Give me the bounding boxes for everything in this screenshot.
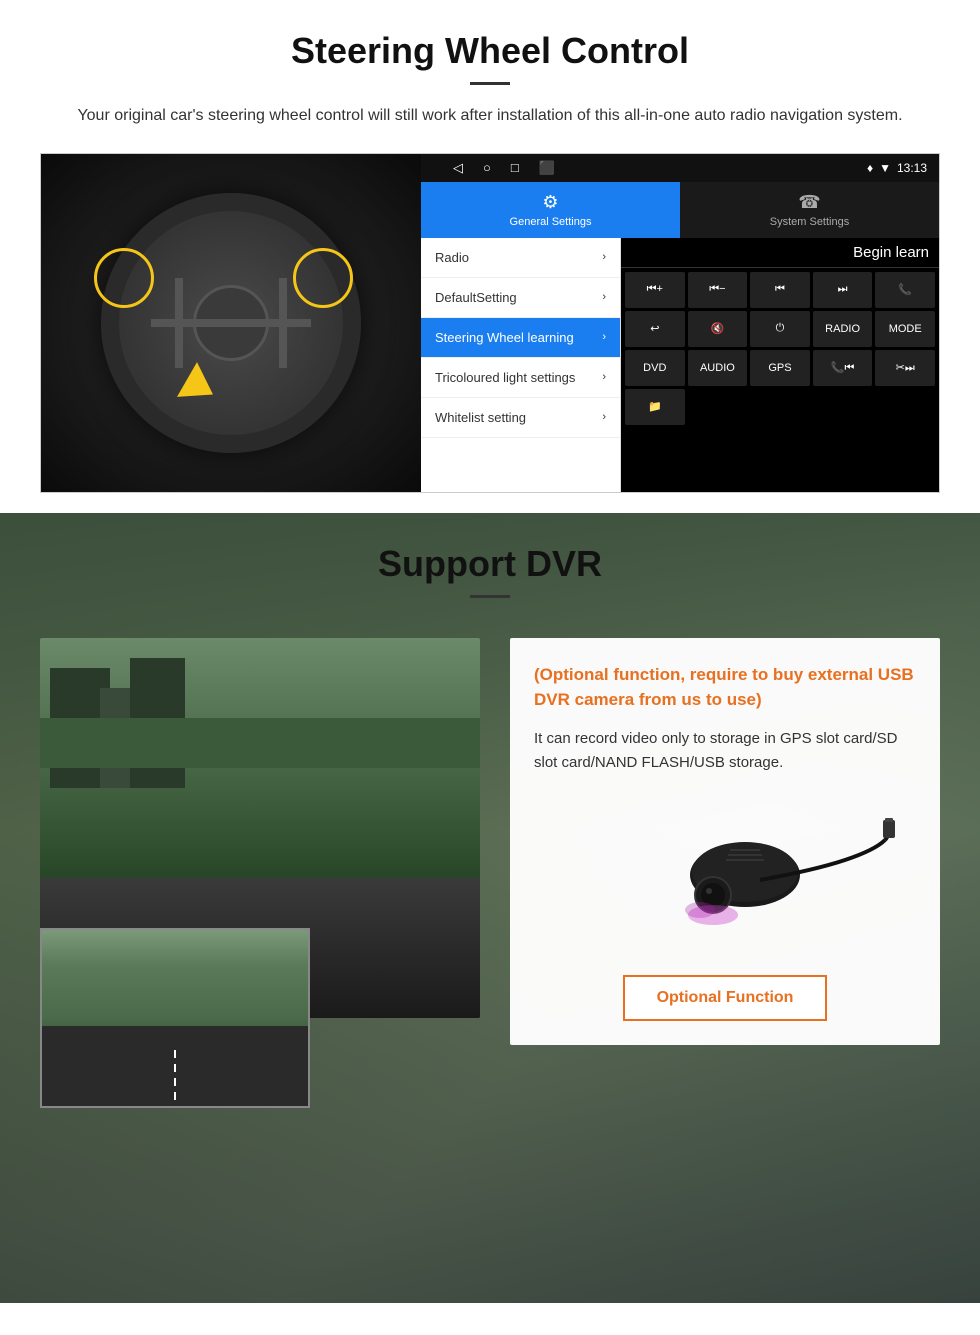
menu-item-defaultsetting[interactable]: DefaultSetting › [421, 278, 620, 318]
chevron-icon: › [602, 251, 606, 263]
tab-system-settings[interactable]: ☎ System Settings [680, 182, 939, 238]
camera-inset-bg [42, 930, 308, 1106]
ctrl-phone-prev[interactable]: 📞⏮ [813, 350, 873, 386]
ctrl-hangup[interactable]: ↩ [625, 311, 685, 347]
annotation-circle-right [293, 248, 353, 308]
menu-item-steering-wheel[interactable]: Steering Wheel learning › [421, 318, 620, 358]
camera-inset-preview [40, 928, 310, 1108]
dvr-description: It can record video only to storage in G… [534, 727, 916, 775]
dvr-camera-illustration [534, 795, 916, 955]
steering-title: Steering Wheel Control [40, 30, 940, 72]
ctrl-vol-down[interactable]: ⏮− [688, 272, 748, 308]
dvr-section: Support DVR [0, 513, 980, 1303]
tab-general-label: General Settings [510, 216, 592, 228]
begin-learn-row: Begin learn [621, 238, 939, 268]
ctrl-dvd[interactable]: DVD [625, 350, 685, 386]
annotation-circle-left [94, 248, 154, 308]
optional-function-button[interactable]: Optional Function [623, 975, 828, 1021]
wheel-spoke-vr [279, 278, 287, 368]
nav-icons: ◁ ○ □ ⬛ [433, 160, 867, 176]
dvr-main-content: (Optional function, require to buy exter… [0, 618, 980, 1078]
dvr-photo-area [40, 638, 480, 1058]
ctrl-gps[interactable]: GPS [750, 350, 810, 386]
back-icon: ◁ [453, 160, 463, 176]
menu-item-tri-label: Tricoloured light settings [435, 370, 575, 385]
title-divider [470, 82, 510, 85]
dvr-left-col [40, 638, 480, 1058]
system-icon: ☎ [798, 192, 820, 213]
time-display: 13:13 [897, 161, 927, 175]
settings-icon: ⚙ [542, 192, 558, 213]
menu-icon: ⬛ [539, 160, 555, 176]
ctrl-power[interactable]: ⏻ [750, 311, 810, 347]
chevron-icon-5: › [602, 411, 606, 423]
begin-learn-button[interactable]: Begin learn [853, 244, 929, 261]
android-body: Radio › DefaultSetting › Steering Wheel … [421, 238, 939, 492]
dvr-divider [470, 595, 510, 598]
hedge [40, 718, 480, 768]
camera-road [42, 1026, 308, 1106]
ctrl-prev[interactable]: ⏮ [750, 272, 810, 308]
ctrl-audio[interactable]: AUDIO [688, 350, 748, 386]
android-panel: ◁ ○ □ ⬛ ♦ ▼ 13:13 ⚙ General Settings [421, 154, 939, 492]
ctrl-cut-next[interactable]: ✂⏭ [875, 350, 935, 386]
status-icons: ♦ ▼ 13:13 [867, 161, 927, 175]
tab-general-settings[interactable]: ⚙ General Settings [421, 182, 680, 238]
menu-item-default-label: DefaultSetting [435, 290, 517, 305]
ctrl-next[interactable]: ⏭ [813, 272, 873, 308]
chevron-icon-3: › [602, 331, 606, 343]
steering-section: Steering Wheel Control Your original car… [0, 0, 980, 513]
dvr-right-col: (Optional function, require to buy exter… [510, 638, 940, 1045]
wheel-circle [101, 193, 361, 453]
ctrl-mode[interactable]: MODE [875, 311, 935, 347]
dvr-title: Support DVR [40, 543, 940, 585]
ctrl-mute[interactable]: 🔇 [688, 311, 748, 347]
android-menu-list: Radio › DefaultSetting › Steering Wheel … [421, 238, 621, 492]
menu-item-whitelist[interactable]: Whitelist setting › [421, 398, 620, 438]
signal-icon: ♦ [867, 161, 873, 175]
dvr-info-card: (Optional function, require to buy exter… [510, 638, 940, 1045]
wifi-icon: ▼ [879, 161, 891, 175]
wheel-spoke-vl [175, 278, 183, 368]
android-control-panel: Begin learn ⏮+ ⏮− ⏮ ⏭ 📞 ↩ 🔇 ⏻ RADIO MODE… [621, 238, 939, 492]
menu-item-white-label: Whitelist setting [435, 410, 526, 425]
android-statusbar: ◁ ○ □ ⬛ ♦ ▼ 13:13 [421, 154, 939, 182]
steering-wheel-photo [41, 154, 421, 492]
menu-item-radio-label: Radio [435, 250, 469, 265]
tab-system-label: System Settings [770, 216, 849, 228]
ctrl-radio[interactable]: RADIO [813, 311, 873, 347]
chevron-icon-4: › [602, 371, 606, 383]
recents-icon: □ [511, 160, 519, 176]
chevron-icon-2: › [602, 291, 606, 303]
steering-mockup: ◁ ○ □ ⬛ ♦ ▼ 13:13 ⚙ General Settings [40, 153, 940, 493]
dvr-camera-svg [545, 800, 905, 950]
menu-item-sw-label: Steering Wheel learning [435, 330, 574, 345]
home-icon: ○ [483, 160, 491, 176]
android-tabs: ⚙ General Settings ☎ System Settings [421, 182, 939, 238]
menu-item-radio[interactable]: Radio › [421, 238, 620, 278]
optional-function-btn-row: Optional Function [534, 975, 916, 1021]
ctrl-vol-up[interactable]: ⏮+ [625, 272, 685, 308]
ctrl-folder[interactable]: 📁 [625, 389, 685, 425]
steering-subtitle: Your original car's steering wheel contr… [60, 103, 920, 129]
ctrl-phone[interactable]: 📞 [875, 272, 935, 308]
dvr-title-area: Support DVR [0, 513, 980, 618]
control-buttons-grid: ⏮+ ⏮− ⏮ ⏭ 📞 ↩ 🔇 ⏻ RADIO MODE DVD AUDIO G… [621, 268, 939, 429]
dvr-optional-text: (Optional function, require to buy exter… [534, 662, 916, 713]
menu-item-tricoloured[interactable]: Tricoloured light settings › [421, 358, 620, 398]
camera-road-line [174, 1050, 176, 1106]
